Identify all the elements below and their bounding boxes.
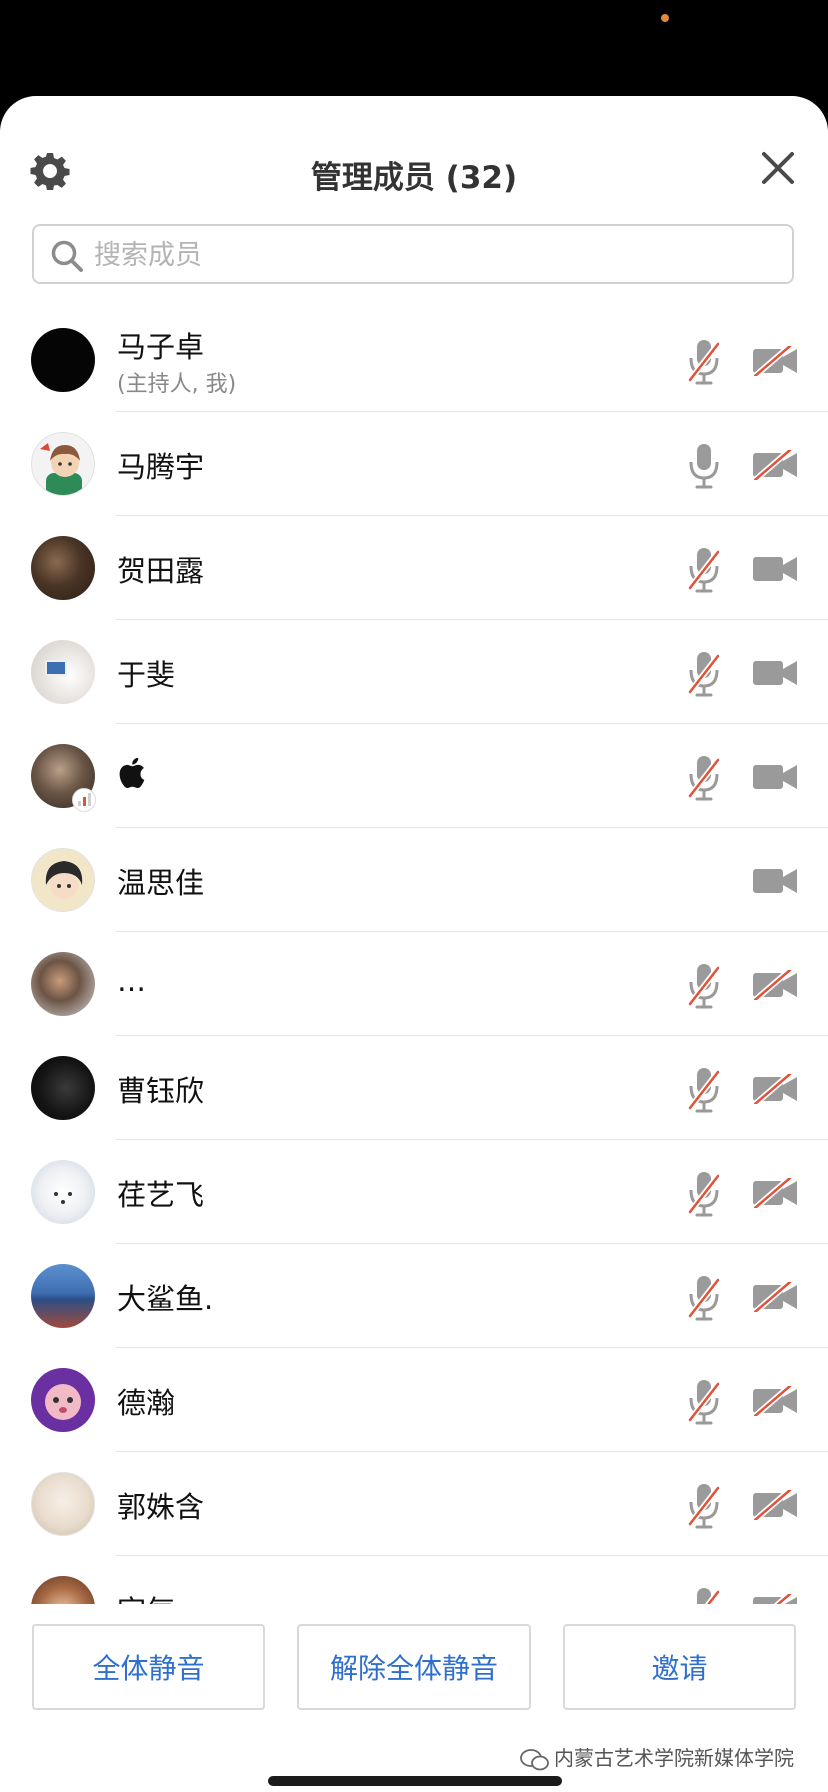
search-input[interactable] [92,234,776,276]
member-name: 于斐 [117,658,176,692]
mic-muted-icon[interactable] [686,754,722,802]
camera-off-icon[interactable] [752,346,798,376]
member-name: 马子卓 [117,330,205,364]
invite-button[interactable]: 邀请 [563,1624,796,1710]
list-item[interactable]: 于斐 [0,620,828,724]
member-management-sheet: 管理成员 (32) 马子卓 (主持人, 我) [0,96,828,1792]
mic-muted-icon[interactable] [686,650,722,698]
unmute-all-button[interactable]: 解除全体静音 [297,1624,531,1710]
mic-muted-icon[interactable] [686,1066,722,1114]
anime-avatar [31,848,95,912]
member-name: 德瀚 [117,1386,176,1420]
mic-muted-icon[interactable] [686,546,722,594]
camera-off-icon[interactable] [752,1074,798,1104]
page-title: 管理成员 (32) [310,160,518,196]
photo-avatar [31,952,95,1016]
mic-on-icon[interactable] [686,442,722,490]
sheet-header: 管理成员 (32) [0,96,828,226]
action-footer: 全体静音 解除全体静音 邀请 内蒙古艺术学院新媒体学院 [0,1604,828,1792]
mic-muted-icon[interactable] [686,1378,722,1426]
camera-on-icon[interactable] [752,762,798,792]
wechat-icon [520,1748,549,1770]
member-name: 郭姝含 [117,1490,205,1524]
watermark-text: 内蒙古艺术学院新媒体学院 [554,1746,794,1770]
mic-muted-icon[interactable] [686,1586,722,1604]
list-item[interactable]: 马腾宇 [0,412,828,516]
list-item[interactable]: 曹钰欣 [0,1036,828,1140]
member-name: 大鲨鱼. [117,1282,214,1316]
cartoon-boy-avatar [31,432,95,496]
member-name: 贺田露 [117,554,205,588]
list-item[interactable]: 郭姝含 [0,1452,828,1556]
camera-off-icon[interactable] [752,1490,798,1520]
photo-avatar [31,1264,95,1328]
black-avatar [31,328,95,392]
search-box[interactable] [32,224,794,284]
list-item[interactable]: … [0,932,828,1036]
camera-off-icon[interactable] [752,1178,798,1208]
photo-avatar [31,536,95,600]
camera-off-icon[interactable] [752,1386,798,1416]
member-name: 荏艺飞 [117,1178,205,1212]
member-name: 马腾宇 [117,450,205,484]
apple-logo-icon [119,758,145,788]
camera-off-icon[interactable] [752,450,798,480]
illustration-avatar [31,1472,95,1536]
signal-badge-icon [72,788,96,812]
list-item[interactable]: 荏艺飞 [0,1140,828,1244]
camera-off-icon[interactable] [752,1282,798,1312]
mic-muted-icon[interactable] [686,962,722,1010]
camera-off-icon[interactable] [752,1594,798,1604]
photo-avatar [31,640,95,704]
dark-photo-avatar [31,1056,95,1120]
member-name: 温思佳 [117,866,205,900]
purple-cartoon-avatar [31,1368,95,1432]
white-fox-avatar [31,1160,95,1224]
photo-avatar [31,1576,95,1604]
list-item[interactable] [0,724,828,828]
home-indicator[interactable] [268,1776,562,1786]
mic-muted-icon[interactable] [686,1274,722,1322]
list-item[interactable]: 温思佳 [0,828,828,932]
list-item[interactable]: 德瀚 [0,1348,828,1452]
list-item[interactable]: 贺田露 [0,516,828,620]
camera-on-icon[interactable] [752,554,798,584]
mic-muted-icon[interactable] [686,1482,722,1530]
member-role: (主持人, 我) [117,372,237,397]
list-item[interactable]: 宗气 [0,1556,828,1604]
list-item[interactable]: 大鲨鱼. [0,1244,828,1348]
member-name: 曹钰欣 [117,1074,205,1108]
camera-on-icon[interactable] [752,866,798,896]
list-item[interactable]: 马子卓 (主持人, 我) [0,308,828,412]
status-indicator-dot [661,14,669,22]
member-name: … [117,964,146,998]
member-list[interactable]: 马子卓 (主持人, 我) 马腾宇 贺田露 于斐 温思佳 … 曹钰欣 荏艺飞 大鲨… [0,308,828,1604]
member-name: 宗气 [117,1588,175,1604]
mic-muted-icon[interactable] [686,1170,722,1218]
mic-muted-icon[interactable] [686,338,722,386]
mute-all-button[interactable]: 全体静音 [32,1624,265,1710]
watermark: 内蒙古艺术学院新媒体学院 [520,1742,794,1772]
camera-off-icon[interactable] [752,970,798,1000]
camera-on-icon[interactable] [752,658,798,688]
search-icon [51,240,83,272]
close-icon[interactable] [760,150,796,186]
